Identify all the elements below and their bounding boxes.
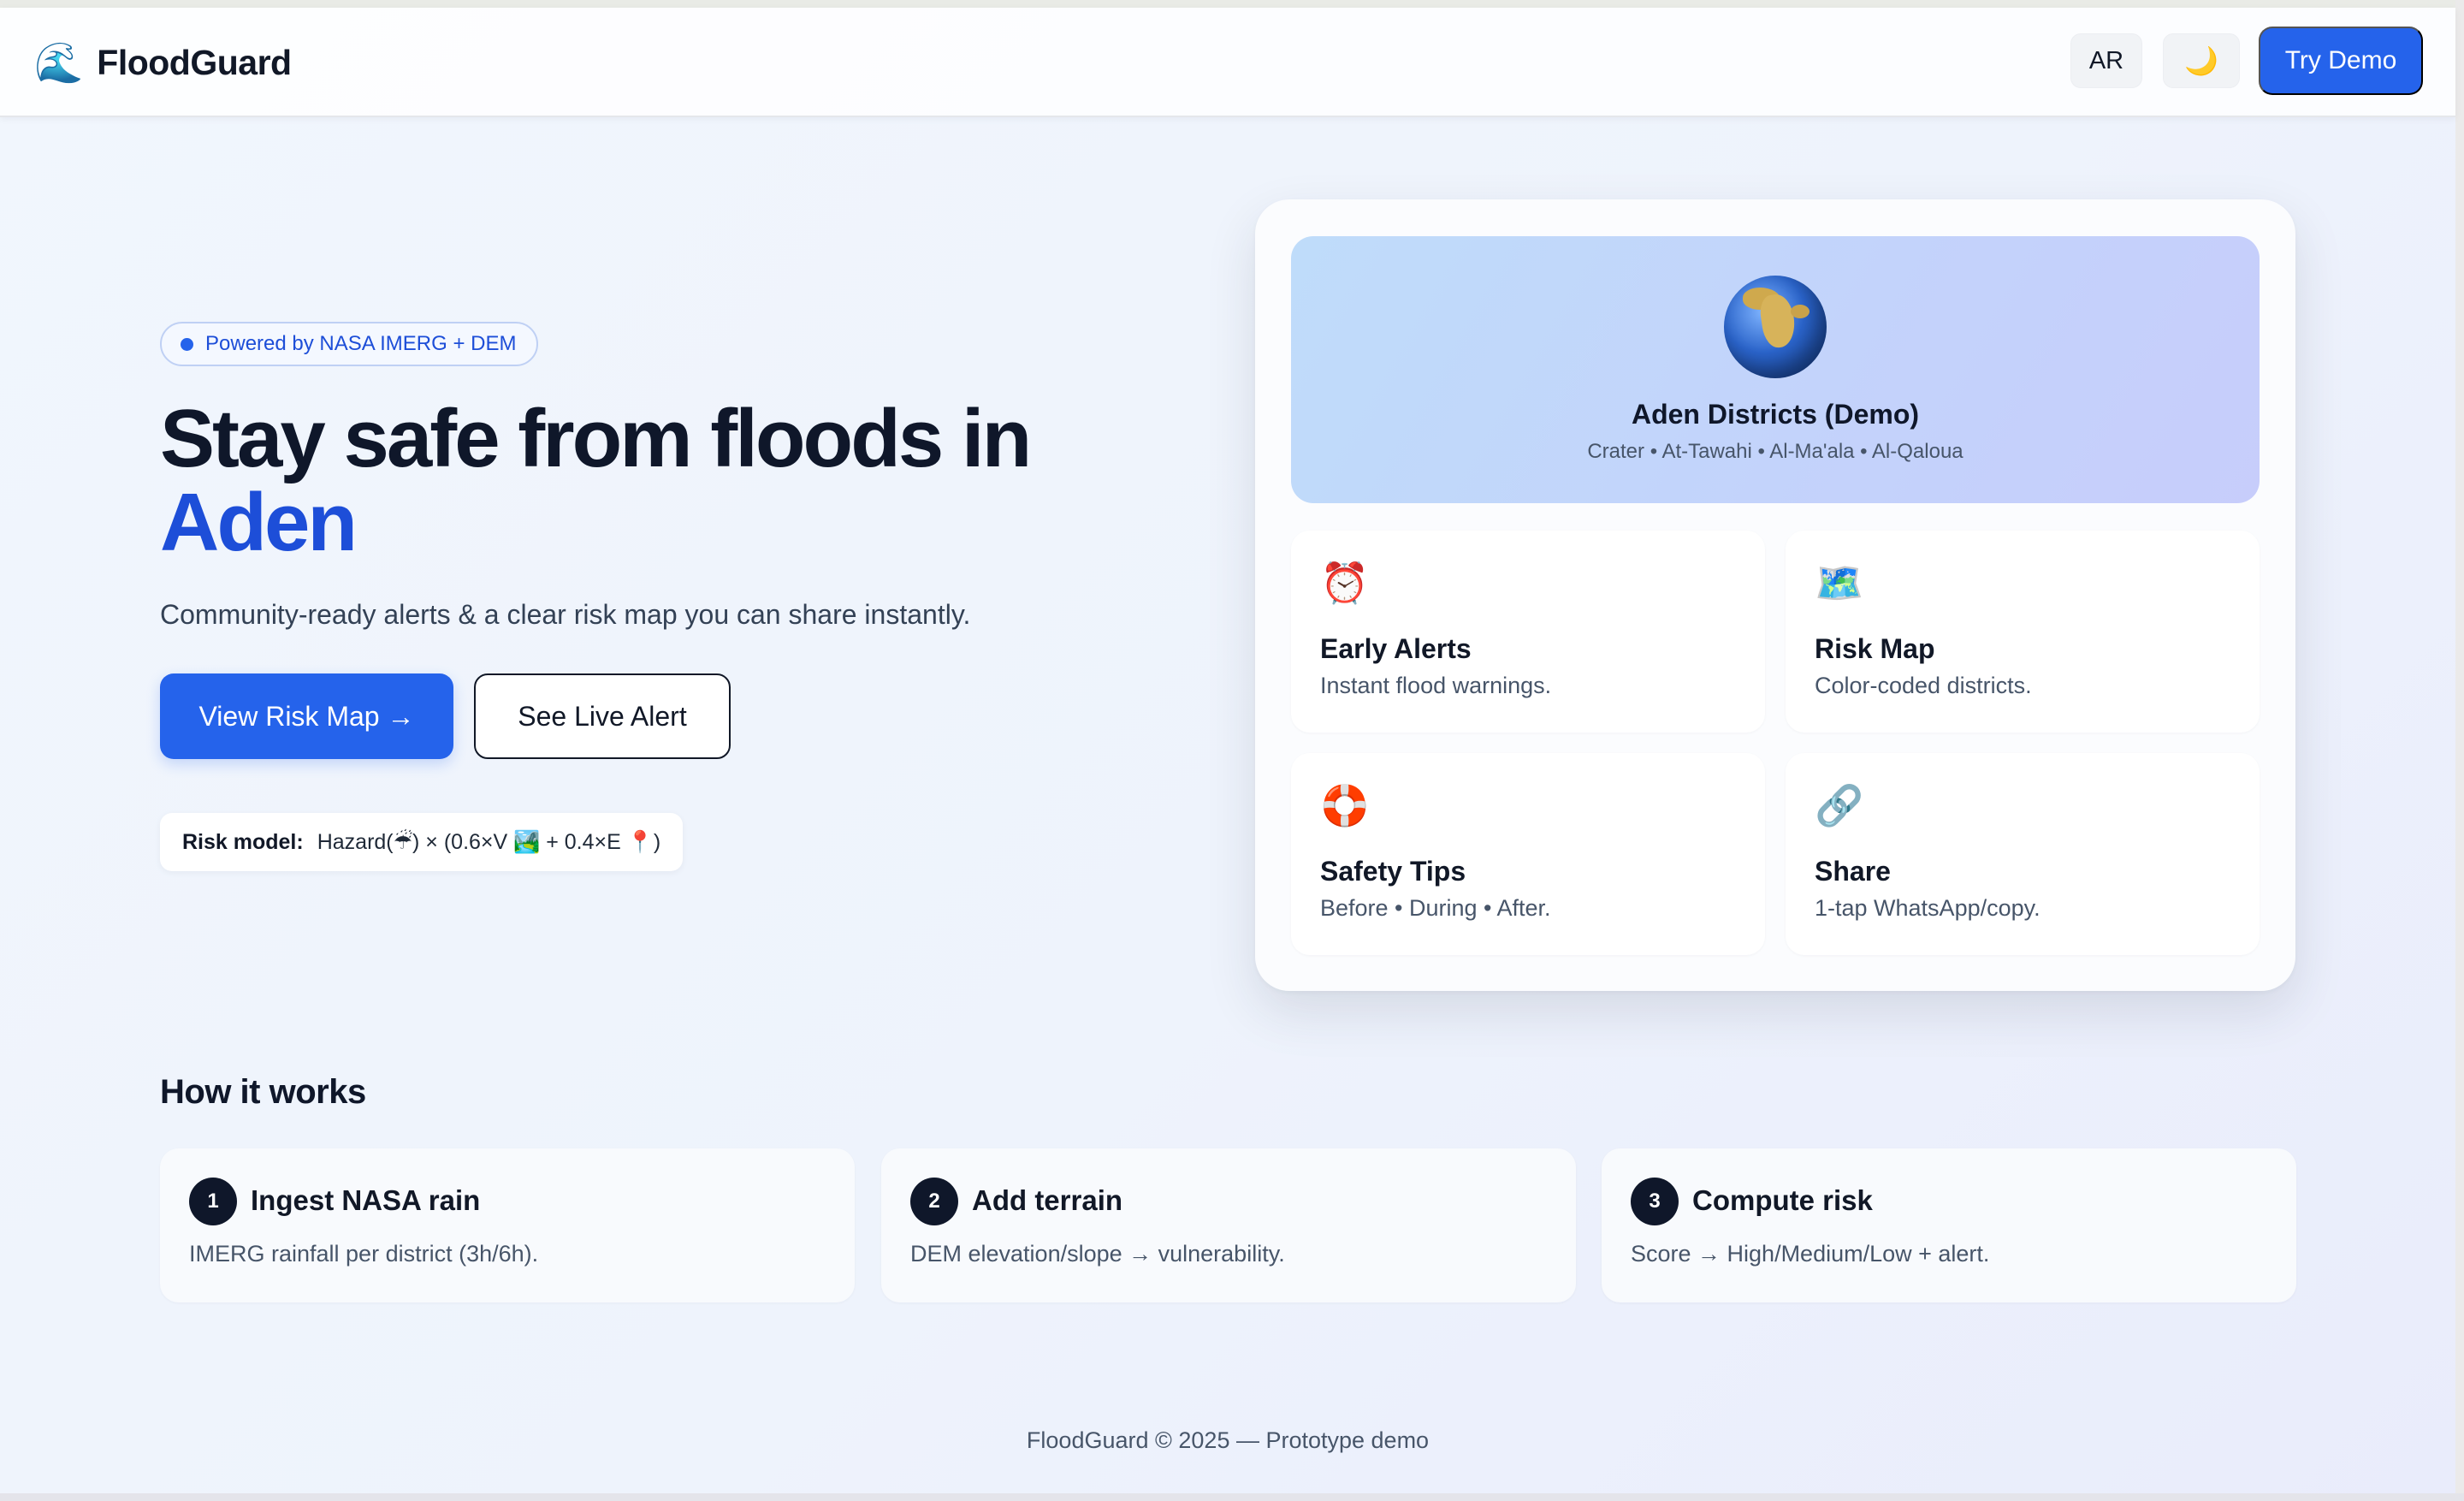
feature-early-alerts[interactable]: ⏰ Early Alerts Instant flood warnings. bbox=[1291, 531, 1765, 733]
footer-text: FloodGuard © 2025 — Prototype demo bbox=[1026, 1427, 1430, 1453]
navbar: 🌊 FloodGuard AR 🌙 Try Demo bbox=[0, 8, 2455, 117]
hero-title: Stay safe from floods in Aden bbox=[160, 397, 1187, 565]
moon-icon: 🌙 bbox=[2184, 45, 2218, 76]
step-number-badge: 2 bbox=[910, 1178, 958, 1225]
wave-icon: 🌊 bbox=[34, 40, 84, 85]
map-districts-list: Crater • At-Tawahi • Al-Ma'ala • Al-Qalo… bbox=[1587, 440, 1964, 463]
step-card: 2 Add terrain DEM elevation/slope → vuln… bbox=[881, 1148, 1576, 1302]
hero-subtitle: Community-ready alerts & a clear risk ma… bbox=[160, 599, 971, 630]
view-risk-map-button[interactable]: View Risk Map → bbox=[160, 673, 453, 759]
step-card: 3 Compute risk Score → High/Medium/Low +… bbox=[1602, 1148, 2296, 1302]
feature-risk-map[interactable]: 🗺️ Risk Map Color-coded districts. bbox=[1786, 531, 2260, 733]
map-icon: 🗺️ bbox=[1815, 561, 1864, 605]
alarm-clock-icon: ⏰ bbox=[1320, 561, 1370, 605]
feature-description: Instant flood warnings. bbox=[1320, 673, 1552, 698]
powered-by-badge: Powered by NASA IMERG + DEM bbox=[160, 322, 539, 366]
step-title: Add terrain bbox=[972, 1184, 1123, 1216]
step-description: DEM elevation/slope → vulnerability. bbox=[910, 1241, 1285, 1267]
district-map-panel[interactable]: Aden Districts (Demo) Crater • At-Tawahi… bbox=[1291, 236, 2260, 503]
map-title: Aden Districts (Demo) bbox=[1631, 399, 1920, 430]
hero-title-line: Stay safe from floods in bbox=[160, 393, 1032, 484]
step-title: Ingest NASA rain bbox=[251, 1184, 481, 1216]
window-top-edge bbox=[0, 0, 2464, 8]
feature-description: 1-tap WhatsApp/copy. bbox=[1815, 895, 2040, 921]
brand-link[interactable]: 🌊 FloodGuard bbox=[34, 37, 292, 88]
window-bottom-edge bbox=[0, 1493, 2464, 1501]
risk-model-label: Risk model: bbox=[182, 829, 304, 854]
feature-title: Safety Tips bbox=[1320, 856, 1466, 887]
see-live-alert-button[interactable]: See Live Alert bbox=[474, 673, 731, 759]
badge-dot-icon bbox=[181, 337, 193, 351]
step-card: 1 Ingest NASA rain IMERG rainfall per di… bbox=[160, 1148, 855, 1302]
risk-model-formula: Hazard(☔) × (0.6×V 🏞️ + 0.4×E 📍) bbox=[317, 830, 661, 854]
step-number-badge: 3 bbox=[1631, 1178, 1679, 1225]
lifebuoy-icon: 🛟 bbox=[1320, 783, 1370, 828]
step-number-badge: 1 bbox=[189, 1178, 237, 1225]
how-it-works-heading: How it works bbox=[160, 1073, 366, 1111]
step-description: Score → High/Medium/Low + alert. bbox=[1631, 1241, 1990, 1267]
hero-title-accent: Aden bbox=[160, 477, 358, 568]
feature-description: Before • During • After. bbox=[1320, 895, 1551, 921]
theme-toggle-button[interactable]: 🌙 bbox=[2163, 33, 2240, 88]
feature-title: Early Alerts bbox=[1320, 633, 1472, 664]
feature-share[interactable]: 🔗 Share 1-tap WhatsApp/copy. bbox=[1786, 753, 2260, 955]
language-toggle-button[interactable]: AR bbox=[2070, 33, 2142, 88]
try-demo-button[interactable]: Try Demo bbox=[2259, 27, 2423, 95]
feature-safety-tips[interactable]: 🛟 Safety Tips Before • During • After. bbox=[1291, 753, 1765, 955]
feature-description: Color-coded districts. bbox=[1815, 673, 2032, 698]
demo-preview-card: Aden Districts (Demo) Crater • At-Tawahi… bbox=[1255, 199, 2295, 991]
feature-title: Risk Map bbox=[1815, 633, 1935, 664]
link-icon: 🔗 bbox=[1815, 783, 1864, 828]
globe-icon bbox=[1724, 276, 1827, 378]
feature-title: Share bbox=[1815, 856, 1891, 887]
badge-label: Powered by NASA IMERG + DEM bbox=[205, 332, 517, 355]
brand-name: FloodGuard bbox=[97, 42, 292, 82]
step-title: Compute risk bbox=[1692, 1184, 1873, 1216]
window-right-edge bbox=[2455, 0, 2464, 1501]
risk-model-chip: Risk model: Hazard(☔) × (0.6×V 🏞️ + 0.4×… bbox=[160, 813, 684, 871]
step-description: IMERG rainfall per district (3h/6h). bbox=[189, 1241, 539, 1267]
